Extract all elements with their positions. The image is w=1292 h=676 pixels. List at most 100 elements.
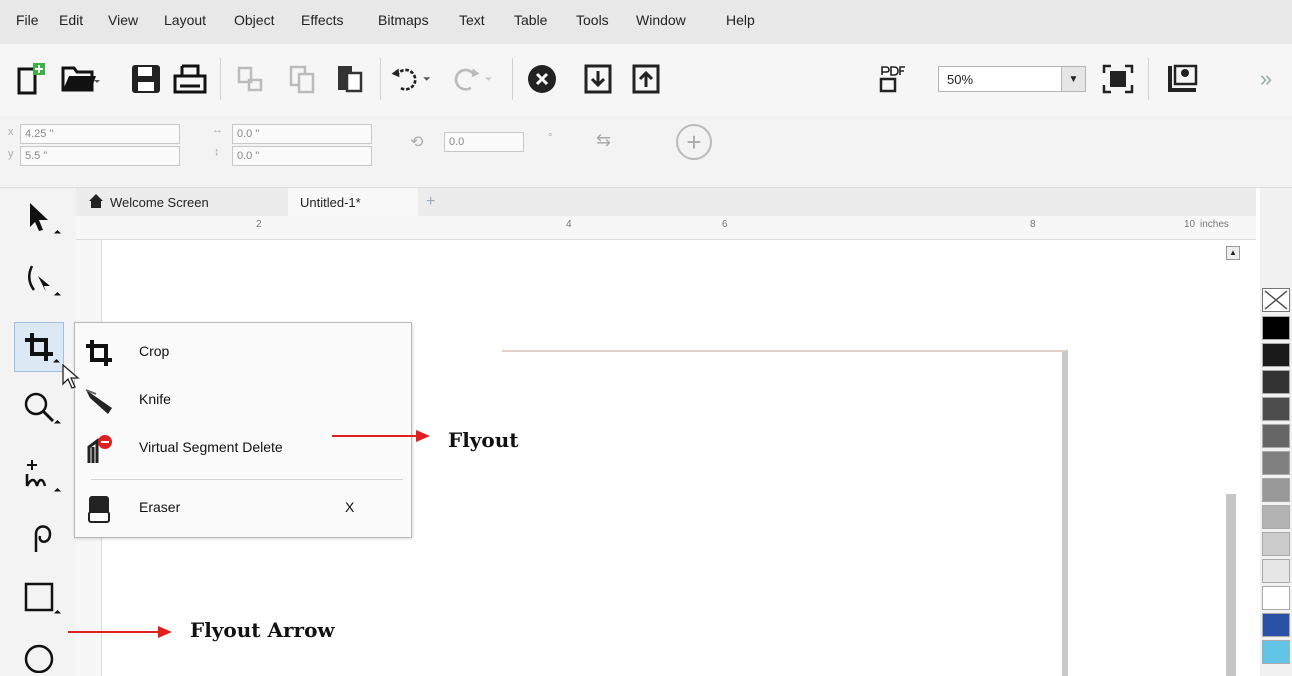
zoom-tool[interactable] <box>14 382 64 432</box>
height-field[interactable]: 0.0 " <box>232 146 372 166</box>
ruler-label: 2 <box>256 219 262 230</box>
cut-icon[interactable] <box>228 56 272 102</box>
zoom-level-select[interactable]: 50% ▼ <box>938 66 1086 92</box>
vertical-scrollbar[interactable] <box>1226 494 1236 676</box>
ellipse-tool[interactable] <box>14 632 64 676</box>
flyout-arrow-icon[interactable] <box>52 358 61 367</box>
y-position-field[interactable]: 5.5 " <box>20 146 180 166</box>
document-page[interactable] <box>502 350 1068 676</box>
menu-object[interactable]: Object <box>234 12 274 28</box>
menu-view[interactable]: View <box>108 12 138 28</box>
options-icon[interactable] <box>1160 56 1204 102</box>
no-color-swatch[interactable] <box>1262 288 1290 312</box>
tab-untitled-1[interactable]: Untitled-1* <box>288 188 418 216</box>
height-glyph-icon: ↕ <box>214 146 220 158</box>
publish-pdf-icon[interactable] <box>870 56 914 102</box>
menu-layout[interactable]: Layout <box>164 12 206 28</box>
rotation-field[interactable]: 0.0 <box>444 132 524 152</box>
flyout-arrow-icon[interactable] <box>53 609 62 618</box>
property-bar: x 4.25 " y 5.5 " ↔ 0.0 " ↕ 0.0 " ⟲ 0.0 °… <box>0 116 1292 188</box>
rotation-icon: ⟲ <box>410 134 424 151</box>
color-swatch[interactable] <box>1262 316 1290 340</box>
flyout-item-shortcut: X <box>345 499 355 515</box>
menu-text[interactable]: Text <box>459 12 485 28</box>
color-swatch[interactable] <box>1262 397 1290 421</box>
menu-window[interactable]: Window <box>636 12 686 28</box>
color-swatch[interactable] <box>1262 532 1290 556</box>
export-icon[interactable] <box>624 56 668 102</box>
flyout-arrow-icon[interactable] <box>53 229 62 238</box>
flyout-arrow-icon[interactable] <box>53 419 62 428</box>
color-swatch[interactable] <box>1262 451 1290 475</box>
freehand-tool[interactable] <box>14 450 64 500</box>
import-icon[interactable] <box>576 56 620 102</box>
color-swatch[interactable] <box>1262 478 1290 502</box>
paste-icon[interactable] <box>328 56 372 102</box>
eraser-icon <box>79 489 119 529</box>
color-swatch[interactable] <box>1262 613 1290 637</box>
scroll-up-icon[interactable]: ▲ <box>1226 246 1240 260</box>
pick-tool[interactable] <box>14 192 64 242</box>
flyout-item-knife[interactable]: Knife <box>75 377 411 423</box>
redo-icon[interactable] <box>448 56 492 102</box>
flyout-item-eraser[interactable]: Eraser X <box>75 485 411 531</box>
color-swatch[interactable] <box>1262 559 1290 583</box>
color-swatch[interactable] <box>1262 505 1290 529</box>
tab-welcome-screen[interactable]: Welcome Screen <box>80 188 223 216</box>
flyout-separator <box>91 479 403 480</box>
width-glyph-icon: ↔ <box>212 124 223 136</box>
flyout-arrow-icon[interactable] <box>53 487 62 496</box>
flyout-arrow-annotation-line <box>68 631 160 633</box>
toolbox <box>0 188 76 676</box>
crop-icon <box>79 333 119 373</box>
color-swatch[interactable] <box>1262 343 1290 367</box>
menu-table[interactable]: Table <box>514 12 547 28</box>
ruler-unit: inches <box>1200 219 1229 230</box>
toolbar-separator <box>1148 58 1149 100</box>
save-icon[interactable] <box>124 56 168 102</box>
menu-bitmaps[interactable]: Bitmaps <box>378 12 429 28</box>
ruler-label: 10 <box>1184 219 1196 230</box>
rectangle-tool[interactable] <box>14 572 64 622</box>
flyout-item-label: Knife <box>139 391 171 407</box>
menu-tools[interactable]: Tools <box>576 12 609 28</box>
x-position-field[interactable]: 4.25 " <box>20 124 180 144</box>
width-field[interactable]: 0.0 " <box>232 124 372 144</box>
chevron-down-icon[interactable]: ▼ <box>1061 67 1085 91</box>
copy-icon[interactable] <box>280 56 324 102</box>
flyout-item-label: Eraser <box>139 499 181 515</box>
new-document-icon[interactable] <box>10 56 54 102</box>
full-screen-icon[interactable] <box>1096 56 1140 102</box>
undo-icon[interactable] <box>388 56 432 102</box>
x-label: x <box>8 126 14 138</box>
open-icon[interactable] <box>58 56 102 102</box>
toolbar-separator <box>220 58 221 100</box>
horizontal-ruler: 2 4 6 8 10 inches <box>76 216 1256 240</box>
menu-bar: File Edit View Layout Object Effects Bit… <box>0 0 1292 44</box>
color-swatch[interactable] <box>1262 640 1290 664</box>
flyout-item-virtual-segment-delete[interactable]: Virtual Segment Delete <box>75 425 411 471</box>
toolbar-separator <box>380 58 381 100</box>
new-tab-icon[interactable]: + <box>426 193 435 211</box>
print-icon[interactable] <box>168 56 212 102</box>
flyout-arrow-annotation-label: Flyout Arrow <box>190 618 335 642</box>
menu-help[interactable]: Help <box>726 12 755 28</box>
flyout-arrow-icon[interactable] <box>53 291 62 300</box>
menu-file[interactable]: File <box>16 12 39 28</box>
flyout-item-crop[interactable]: Crop <box>75 329 411 375</box>
shape-tool[interactable] <box>14 254 64 304</box>
smart-fill-tool[interactable] <box>14 512 64 562</box>
color-swatch[interactable] <box>1262 586 1290 610</box>
virtual-segment-delete-icon <box>79 429 119 469</box>
document-tabs: Welcome Screen Untitled-1* + <box>76 188 1256 216</box>
color-swatch[interactable] <box>1262 370 1290 394</box>
add-icon[interactable]: + <box>676 124 712 160</box>
zoom-level-value: 50% <box>947 72 974 87</box>
menu-edit[interactable]: Edit <box>59 12 83 28</box>
crop-tool[interactable] <box>14 322 64 372</box>
color-swatch[interactable] <box>1262 424 1290 448</box>
mirror-icon[interactable]: ⇆ <box>596 130 611 151</box>
search-content-icon[interactable] <box>520 56 564 102</box>
more-icon[interactable]: » <box>1244 56 1288 102</box>
menu-effects[interactable]: Effects <box>301 12 344 28</box>
